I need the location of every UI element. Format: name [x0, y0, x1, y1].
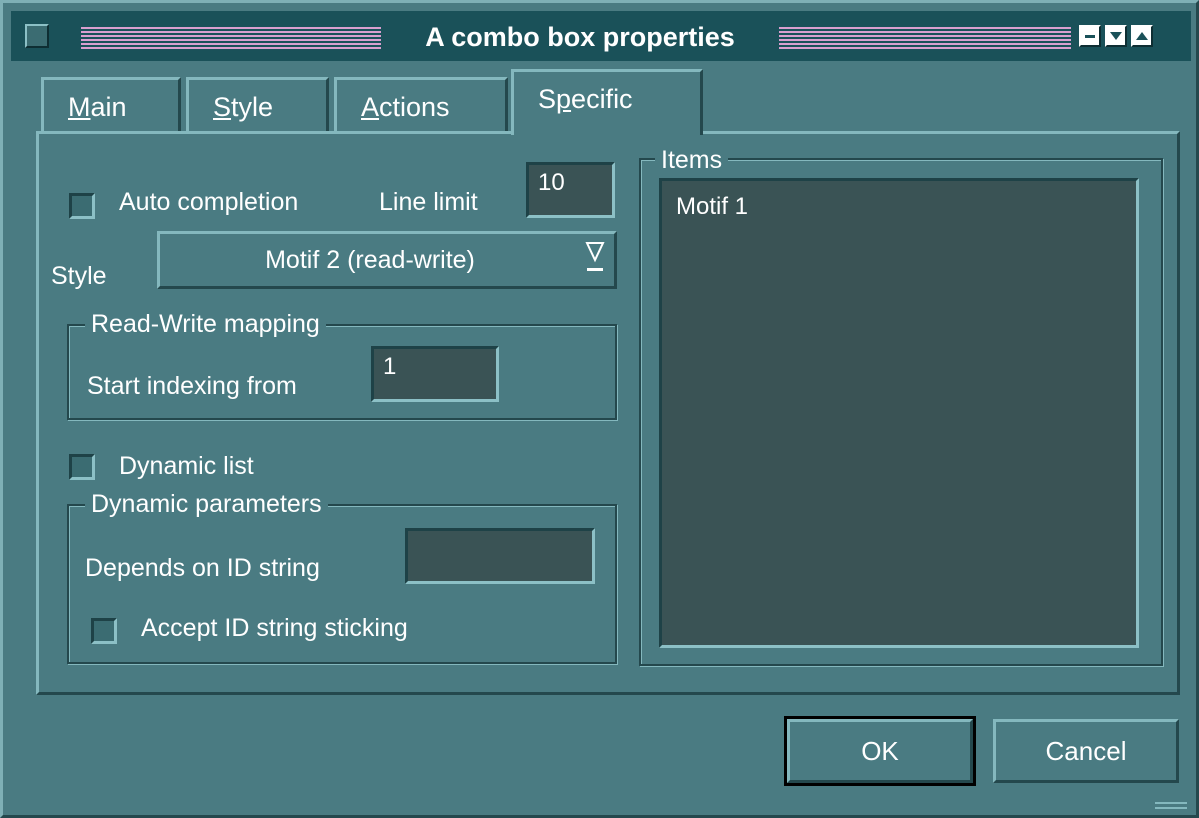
triangle-up-icon	[1136, 32, 1148, 40]
accept-sticking-label: Accept ID string sticking	[141, 614, 408, 642]
dropdown-arrow-icon	[585, 242, 605, 271]
start-indexing-input[interactable]: 1	[371, 346, 499, 402]
items-list[interactable]: Motif 1	[659, 178, 1139, 648]
depends-on-id-input[interactable]	[405, 528, 595, 584]
dynamic-list-checkbox[interactable]	[69, 454, 95, 480]
tab-actions[interactable]: Actions	[334, 77, 508, 135]
window-title: A combo box properties	[425, 22, 735, 52]
items-title: Items	[655, 146, 729, 175]
maximize-button[interactable]	[1131, 25, 1153, 47]
minimize-button[interactable]	[1079, 25, 1101, 47]
dialog-window: A combo box properties Main Style Action…	[0, 0, 1199, 818]
tab-main-label: ain	[90, 92, 127, 122]
tab-main-mnemonic: M	[68, 92, 91, 122]
title-stripes-right	[779, 27, 1071, 49]
tab-style-mnemonic: S	[213, 92, 232, 122]
tab-specific-mnemonic: p	[556, 84, 572, 114]
auto-completion-checkbox[interactable]	[69, 193, 95, 219]
start-indexing-label: Start indexing from	[87, 372, 297, 400]
style-label: Style	[51, 262, 107, 290]
list-item[interactable]: Motif 1	[676, 193, 1136, 221]
resize-grip-icon[interactable]	[1155, 801, 1187, 813]
shade-button[interactable]	[1105, 25, 1127, 47]
cancel-button[interactable]: Cancel	[993, 719, 1179, 783]
style-dropdown-value: Motif 2 (read-write)	[265, 246, 475, 274]
window-menu-button[interactable]	[25, 24, 49, 48]
minimize-icon	[1085, 35, 1095, 38]
title-bar[interactable]: A combo box properties	[11, 11, 1191, 61]
read-write-mapping-title: Read-Write mapping	[85, 310, 326, 339]
tab-actions-label: ctions	[379, 92, 450, 122]
tab-panel-specific: Auto completion Line limit 10 Style Moti…	[36, 131, 1180, 695]
auto-completion-label: Auto completion	[119, 188, 299, 216]
accept-sticking-checkbox[interactable]	[91, 618, 117, 644]
line-limit-label: Line limit	[379, 188, 478, 216]
title-stripes-left	[81, 27, 381, 49]
dynamic-parameters-title: Dynamic parameters	[85, 490, 328, 519]
ok-button[interactable]: OK	[784, 716, 976, 786]
tab-style[interactable]: Style	[186, 77, 329, 135]
tab-specific[interactable]: Specific	[511, 69, 703, 135]
style-dropdown[interactable]: Motif 2 (read-write)	[157, 231, 617, 289]
tab-style-label: tyle	[231, 92, 274, 122]
tab-actions-mnemonic: A	[361, 92, 380, 122]
tab-specific-prefix: S	[538, 84, 557, 114]
tab-specific-label: ecific	[571, 84, 633, 114]
triangle-down-icon	[1110, 32, 1122, 40]
line-limit-input[interactable]: 10	[526, 162, 615, 218]
tab-main[interactable]: Main	[41, 77, 181, 135]
dynamic-list-label: Dynamic list	[119, 452, 254, 480]
depends-on-id-label: Depends on ID string	[85, 554, 320, 582]
